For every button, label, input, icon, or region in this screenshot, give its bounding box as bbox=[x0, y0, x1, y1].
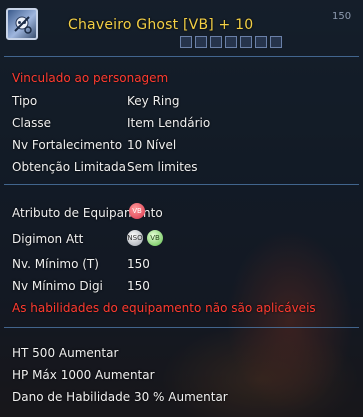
bind-note: Vinculado ao personagem bbox=[12, 71, 169, 85]
socket-slot bbox=[255, 36, 267, 48]
item-title: Chaveiro Ghost [VB] + 10 bbox=[68, 17, 254, 33]
detail-label-limited-obtain: Obtenção Limitada bbox=[12, 160, 126, 174]
socket-slot bbox=[180, 36, 192, 48]
detail-value-class: Item Lendário bbox=[127, 116, 211, 130]
vb-digimon-attribute-icon: VB bbox=[147, 230, 163, 246]
min-level-tamer-value: 150 bbox=[127, 257, 150, 271]
socket-slot bbox=[240, 36, 252, 48]
bonus-skill-damage: Dano de Habilidade 30 % Aumentar bbox=[12, 390, 228, 404]
detail-value-type: Key Ring bbox=[127, 94, 180, 108]
detail-label-class: Classe bbox=[12, 116, 51, 130]
socket-slot bbox=[270, 36, 282, 48]
divider bbox=[4, 184, 359, 185]
socket-slot bbox=[195, 36, 207, 48]
skull-keyring-icon bbox=[6, 8, 38, 40]
vb-attribute-icon: VB bbox=[129, 203, 145, 219]
nso-attribute-icon: NSO bbox=[127, 230, 143, 246]
bonus-ht: HT 500 Aumentar bbox=[12, 346, 119, 360]
divider bbox=[4, 56, 359, 57]
abilities-warning: As habilidades do equipamento não são ap… bbox=[12, 301, 316, 315]
min-level-digi-value: 150 bbox=[127, 279, 150, 293]
min-level-digi-label: Nv Mínimo Digi bbox=[12, 279, 103, 293]
detail-label-type: Tipo bbox=[12, 94, 38, 108]
detail-value-limited-obtain: Sem limites bbox=[127, 160, 198, 174]
digimon-att-label: Digimon Att bbox=[12, 232, 84, 246]
socket-slot bbox=[210, 36, 222, 48]
detail-label-enhance-level: Nv Fortalecimento bbox=[12, 138, 123, 152]
detail-value-enhance-level: 10 Nível bbox=[127, 138, 177, 152]
divider bbox=[4, 327, 359, 328]
item-counter: 150 bbox=[332, 11, 352, 22]
socket-slot bbox=[225, 36, 237, 48]
min-level-tamer-label: Nv. Mínimo (T) bbox=[12, 257, 99, 271]
bonus-hp-max: HP Máx 1000 Aumentar bbox=[12, 368, 155, 382]
